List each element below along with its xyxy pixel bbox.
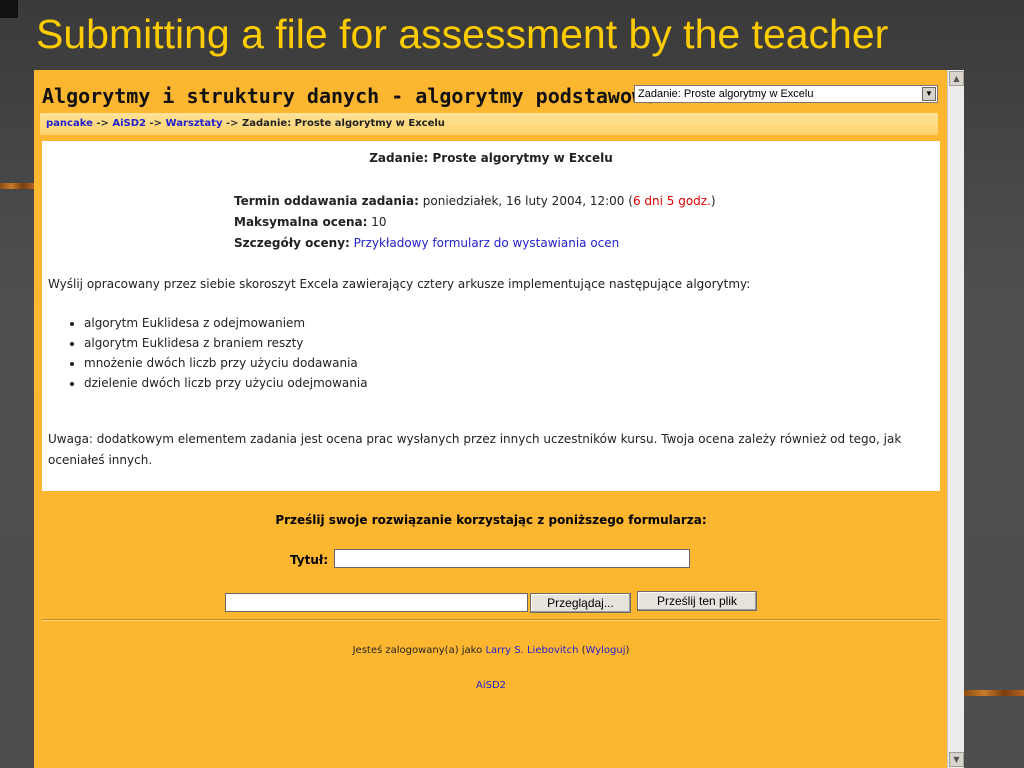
deadline-remaining: 6 dni 5 godz.: [632, 194, 711, 208]
assignment-heading: Zadanie: Proste algorytmy w Excelu: [369, 151, 613, 165]
site-title: Algorytmy i struktury danych - algorytmy…: [42, 84, 657, 108]
max-grade-row: Maksymalna ocena: 10: [234, 212, 716, 233]
grading-details-row: Szczegóły oceny: Przykładowy formularz d…: [234, 233, 716, 254]
scroll-up-icon[interactable]: ▲: [949, 71, 964, 86]
assignment-meta: Termin oddawania zadania: poniedziałek, …: [234, 191, 716, 254]
jump-select-value: Zadanie: Proste algorytmy w Excelu: [638, 88, 814, 100]
decorative-streak-left: [0, 183, 34, 189]
vertical-scrollbar[interactable]: ▲ ▼: [947, 70, 964, 768]
breadcrumb-separator: ->: [225, 118, 239, 129]
browser-window: Algorytmy i struktury danych - algorytmy…: [34, 70, 964, 768]
list-item: algorytm Euklidesa z odejmowaniem: [84, 313, 368, 333]
slide-title: Submitting a file for assessment by the …: [36, 11, 889, 57]
breadcrumb-link-pancake[interactable]: pancake: [46, 118, 93, 129]
grading-details-label: Szczegóły oceny:: [234, 236, 350, 250]
assignment-description-box: Zadanie: Proste algorytmy w Excelu Termi…: [42, 141, 940, 491]
course-home-link[interactable]: AiSD2: [34, 680, 948, 691]
upload-file-button[interactable]: Prześlij ten plik: [637, 591, 757, 611]
deadline-row: Termin oddawania zadania: poniedziałek, …: [234, 194, 716, 208]
user-profile-link[interactable]: Larry S. Liebovitch: [485, 645, 578, 656]
breadcrumb-link-aisd2[interactable]: AiSD2: [112, 118, 146, 129]
upload-heading: Prześlij swoje rozwiązanie korzystając z…: [275, 513, 707, 527]
scroll-down-icon[interactable]: ▼: [949, 752, 964, 767]
breadcrumb-separator: ->: [96, 118, 109, 129]
logout-link[interactable]: Wyloguj: [586, 645, 626, 656]
assignment-intro: Wyślij opracowany przez siebie skoroszyt…: [48, 277, 751, 291]
breadcrumb-current: Zadanie: Proste algorytmy w Excelu: [241, 118, 445, 129]
divider: [42, 619, 940, 621]
list-item: algorytm Euklidesa z braniem reszty: [84, 333, 368, 353]
breadcrumb-link-warsztaty[interactable]: Warsztaty: [166, 118, 223, 129]
login-info: Jesteś zalogowany(a) jako Larry S. Liebo…: [352, 645, 630, 656]
dropdown-arrow-icon[interactable]: ▼: [922, 87, 936, 101]
title-label: Tytuł:: [290, 553, 329, 567]
file-path-input[interactable]: [225, 593, 528, 612]
max-grade-label: Maksymalna ocena:: [234, 215, 368, 229]
browse-button[interactable]: Przeglądaj...: [530, 593, 631, 613]
list-item: dzielenie dwóch liczb przy użyciu odejmo…: [84, 373, 368, 393]
jump-to-select[interactable]: Zadanie: Proste algorytmy w Excelu ▼: [634, 85, 938, 103]
deadline-value: poniedziałek, 16 luty 2004, 12:00: [422, 194, 625, 208]
grading-form-link[interactable]: Przykładowy formularz do wystawiania oce…: [354, 236, 620, 250]
title-input[interactable]: [334, 549, 690, 568]
logged-in-text: Jesteś zalogowany(a) jako: [352, 645, 483, 656]
algorithm-list: algorytm Euklidesa z odejmowaniem algory…: [70, 313, 368, 393]
assignment-note: Uwaga: dodatkowym elementem zadania jest…: [48, 432, 902, 467]
breadcrumb: pancake -> AiSD2 -> Warsztaty -> Zadanie…: [40, 113, 938, 135]
deadline-label: Termin oddawania zadania:: [234, 194, 419, 208]
decorative-streak-right: [964, 690, 1024, 696]
list-item: mnożenie dwóch liczb przy użyciu dodawan…: [84, 353, 368, 373]
slide-corner-mark: [0, 0, 18, 18]
breadcrumb-separator: ->: [149, 118, 163, 129]
max-grade-value: 10: [371, 215, 387, 229]
